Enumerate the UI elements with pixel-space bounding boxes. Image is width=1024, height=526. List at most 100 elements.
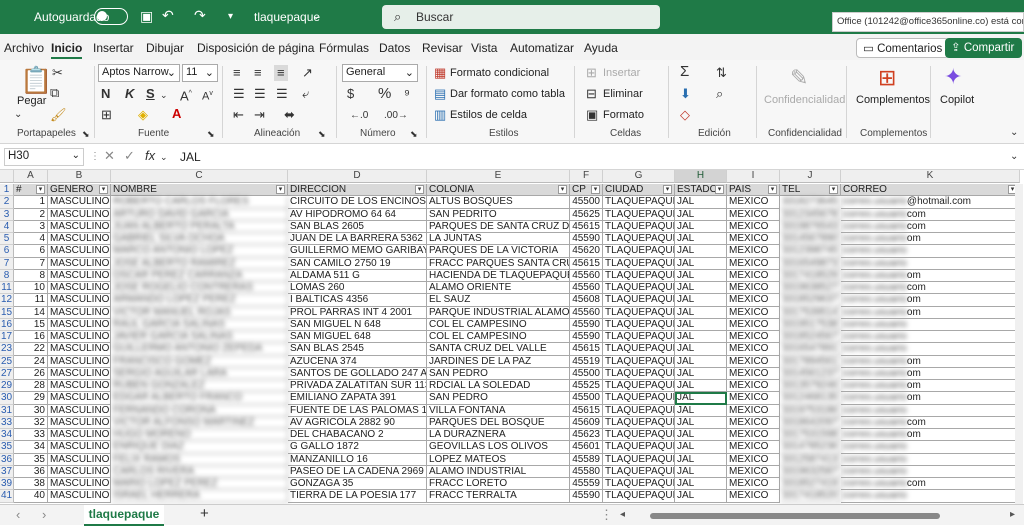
addins-icon[interactable]: ⊞ [878, 66, 896, 90]
table-cell[interactable]: PASEO DE LA CADENA 2969 [288, 465, 427, 478]
table-cell[interactable]: JAL [675, 429, 727, 442]
table-cell[interactable]: correo.usuarioom [841, 233, 1020, 246]
dialog-launcher-icon[interactable]: ⬊ [318, 127, 326, 141]
table-cell[interactable]: MASCULINO [48, 331, 111, 344]
format-painter-icon[interactable]: 🖌 [50, 108, 67, 122]
table-cell[interactable]: ALAMO ORIENTE [427, 282, 570, 295]
table-cell[interactable]: SAN BLAS 2605 [288, 220, 427, 233]
table-cell[interactable]: 40 [14, 490, 48, 503]
table-cell[interactable]: correo.usuariocom [841, 282, 1020, 295]
table-cell[interactable]: 3319876543 [780, 220, 841, 233]
table-cell[interactable]: 3312587413 [780, 453, 841, 466]
table-cell[interactable]: TLAQUEPAQUE [603, 233, 675, 246]
table-cell[interactable]: 2 [14, 208, 48, 221]
table-cell[interactable]: 3314561237 [780, 367, 841, 380]
table-cell[interactable]: 45623 [570, 429, 603, 442]
table-cell[interactable]: MASCULINO [48, 355, 111, 368]
collapse-ribbon-icon[interactable]: ⌄ [1010, 126, 1018, 140]
table-cell[interactable]: MEXICO [727, 380, 780, 393]
bold-button[interactable]: N [101, 87, 110, 101]
table-cell[interactable]: 45615 [570, 257, 603, 270]
chevron-down-icon[interactable]: ⌄ [160, 88, 168, 102]
filter-dropdown-icon[interactable]: ▾ [36, 185, 45, 194]
row-header[interactable]: 11 [0, 282, 14, 295]
table-cell[interactable]: MASCULINO [48, 282, 111, 295]
column-header-i[interactable]: I [727, 170, 780, 183]
table-cell[interactable]: MASCULINO [48, 453, 111, 466]
select-all-corner[interactable] [0, 170, 14, 183]
table-cell[interactable]: correo.usuario [841, 465, 1020, 478]
increase-font-icon[interactable]: A^ [180, 87, 192, 103]
table-cell[interactable]: SAN BLAS 2545 [288, 343, 427, 356]
increase-decimal-icon[interactable]: ←.0 [350, 109, 368, 123]
table-cell[interactable]: 45601 [570, 441, 603, 454]
filter-dropdown-icon[interactable]: ▾ [276, 185, 285, 194]
table-cell[interactable]: JAL [675, 478, 727, 491]
table-cell[interactable]: SAN CAMILO 2750 19 [288, 257, 427, 270]
table-cell[interactable]: SAN PEDRO [427, 367, 570, 380]
table-cell[interactable]: 4 [14, 233, 48, 246]
table-cell[interactable]: TLAQUEPAQUE [603, 331, 675, 344]
table-cell[interactable]: correo.usuario [841, 490, 1020, 503]
table-cell[interactable]: TLAQUEPAQUE [603, 318, 675, 331]
row-header[interactable]: 1 [0, 184, 14, 197]
column-header-d[interactable]: D [288, 170, 427, 183]
filter-dropdown-icon[interactable]: ▾ [415, 185, 424, 194]
comma-style-icon[interactable]: ⁹ [404, 87, 410, 101]
column-header-g[interactable]: G [603, 170, 675, 183]
column-header-j[interactable]: J [780, 170, 841, 183]
tab-inicio[interactable]: Inicio [51, 41, 83, 59]
table-cell[interactable]: 45590 [570, 331, 603, 344]
table-cell[interactable]: MANZANILLO 16 [288, 453, 427, 466]
copilot-icon[interactable]: ✦ [944, 65, 962, 89]
table-cell[interactable]: ARMANDO LOPEZ PEREZ [111, 294, 288, 307]
table-cell[interactable]: correo.usuarioom [841, 269, 1020, 282]
row-header[interactable]: 34 [0, 429, 14, 442]
table-cell[interactable]: 38 [14, 478, 48, 491]
table-header-cell[interactable]: CIUDAD ▾ [603, 184, 675, 197]
table-cell[interactable]: EDGAR ALBERTO FRANCO [111, 392, 288, 405]
table-cell[interactable]: JAL [675, 331, 727, 344]
table-cell[interactable]: TLAQUEPAQUE [603, 282, 675, 295]
table-cell[interactable]: 11 [14, 294, 48, 307]
table-cell[interactable]: MEXICO [727, 245, 780, 258]
table-cell[interactable]: HUGO MORENO [111, 429, 288, 442]
table-cell[interactable]: 15 [14, 318, 48, 331]
dialog-launcher-icon[interactable]: ⬊ [207, 127, 215, 141]
merge-center-icon[interactable]: ⬌ [284, 108, 295, 122]
table-cell[interactable]: JAL [675, 367, 727, 380]
table-cell[interactable]: MASCULINO [48, 257, 111, 270]
filter-dropdown-icon[interactable]: ▾ [768, 185, 777, 194]
table-cell[interactable]: MEXICO [727, 257, 780, 270]
table-cell[interactable]: ENRIQUE DIAZ [111, 441, 288, 454]
table-cell[interactable]: MEXICO [727, 478, 780, 491]
table-cell[interactable]: MEXICO [727, 441, 780, 454]
table-cell[interactable]: VICTOR ALFONSO MARTINEZ [111, 416, 288, 429]
table-cell[interactable]: JAL [675, 233, 727, 246]
scroll-right-icon[interactable]: ▸ [1010, 508, 1015, 522]
filter-dropdown-icon[interactable]: ▾ [99, 185, 108, 194]
row-header[interactable]: 36 [0, 453, 14, 466]
file-name[interactable]: tlaquepaque [254, 10, 320, 24]
table-cell[interactable]: GUILLERMO ANTONIO ZEPEDA [111, 343, 288, 356]
table-cell[interactable]: MASCULINO [48, 245, 111, 258]
table-cell[interactable]: LA DURAZNERA [427, 429, 570, 442]
table-cell[interactable]: DEL CHABACANO 2 [288, 429, 427, 442]
tab-automatizar[interactable]: Automatizar [510, 41, 574, 55]
table-cell[interactable]: ROBERTO CARLOS FLORES [111, 196, 288, 209]
table-cell[interactable]: 3319753186 [780, 404, 841, 417]
table-cell[interactable]: 8 [14, 269, 48, 282]
table-cell[interactable]: MEXICO [727, 453, 780, 466]
cut-icon[interactable]: ✂ [52, 66, 63, 80]
table-cell[interactable]: 30 [14, 404, 48, 417]
filter-dropdown-icon[interactable]: ▾ [829, 185, 838, 194]
table-cell[interactable]: PARQUE INDUSTRIAL ALAMO [427, 306, 570, 319]
table-cell[interactable]: 45620 [570, 245, 603, 258]
table-cell[interactable]: JAL [675, 208, 727, 221]
table-cell[interactable]: 45608 [570, 294, 603, 307]
table-cell[interactable]: LOPEZ MATEOS [427, 453, 570, 466]
table-cell[interactable]: 45580 [570, 465, 603, 478]
table-cell[interactable]: JAL [675, 416, 727, 429]
format-button[interactable]: Formato [603, 109, 644, 121]
dialog-launcher-icon[interactable]: ⬊ [82, 127, 90, 141]
